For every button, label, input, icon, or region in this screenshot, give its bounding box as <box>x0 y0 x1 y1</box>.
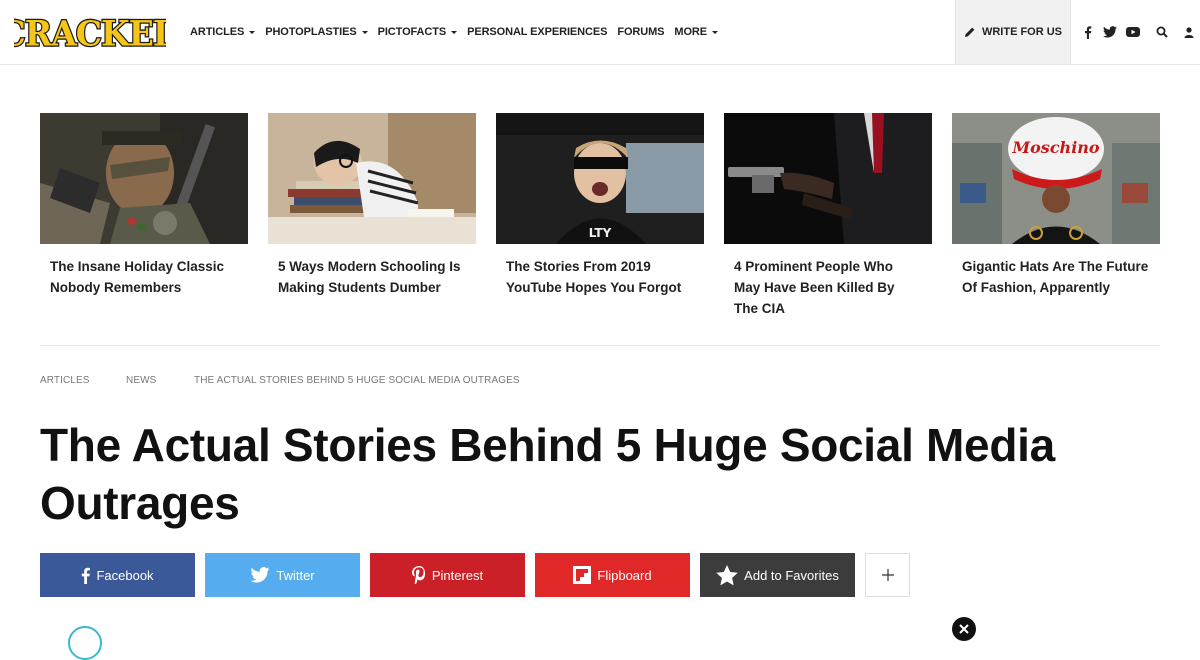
article-card-title[interactable]: The Insane Holiday Classic Nobody Rememb… <box>50 256 238 298</box>
article-card[interactable]: LTY The Stories From 2019 YouTube Hopes … <box>496 113 704 298</box>
nav-photoplasties[interactable]: PHOTOPLASTIES <box>265 26 368 38</box>
flipboard-share-label: Flipboard <box>597 567 652 583</box>
flipboard-icon <box>573 566 592 584</box>
page-title: The Actual Stories Behind 5 Huge Social … <box>40 419 1055 529</box>
more-share-button[interactable] <box>865 553 910 597</box>
breadcrumb-news[interactable]: NEWS <box>126 375 156 386</box>
pinterest-share-button[interactable]: Pinterest <box>370 553 525 597</box>
add-to-favorites-button[interactable]: Add to Favorites <box>700 553 855 597</box>
facebook-share-label: Facebook <box>96 567 154 583</box>
main-nav: ARTICLES PHOTOPLASTIES PICTOFACTS PERSON… <box>190 0 728 64</box>
article-card[interactable]: Moschino Gigantic Hats Are The Future Of… <box>952 113 1160 298</box>
flipboard-share-button[interactable]: Flipboard <box>535 553 690 597</box>
pencil-icon <box>964 27 975 37</box>
article-card-title[interactable]: 5 Ways Modern Schooling Is Making Studen… <box>278 256 466 298</box>
facebook-icon <box>82 567 91 584</box>
article-card[interactable]: 4 Prominent People Who May Have Been Kil… <box>724 113 932 319</box>
article-card[interactable]: 5 Ways Modern Schooling Is Making Studen… <box>268 113 476 298</box>
featured-articles: The Insane Holiday Classic Nobody Rememb… <box>40 113 1160 323</box>
pinterest-icon <box>411 566 425 584</box>
star-icon <box>716 564 738 585</box>
nav-articles[interactable]: ARTICLES <box>190 26 256 38</box>
author-avatar[interactable] <box>68 626 102 660</box>
site-header: CRACKED ARTICLES PHOTOPLASTIES PICTOFACT… <box>0 0 1200 65</box>
twitter-share-label: Twitter <box>276 567 315 583</box>
nav-label: PHOTOPLASTIES <box>265 26 357 38</box>
section-divider <box>40 345 1160 346</box>
nav-label: PICTOFACTS <box>377 26 447 38</box>
nav-personal-experiences[interactable]: PERSONAL EXPERIENCES <box>467 26 607 38</box>
article-card-title[interactable]: 4 Prominent People Who May Have Been Kil… <box>734 256 922 319</box>
breadcrumb-articles[interactable]: ARTICLES <box>40 375 90 386</box>
twitter-share-button[interactable]: Twitter <box>205 553 360 597</box>
pinterest-share-label: Pinterest <box>431 567 484 583</box>
chevron-down-icon <box>451 30 458 34</box>
twitter-icon[interactable] <box>1099 21 1121 43</box>
twitter-icon <box>250 567 270 583</box>
facebook-share-button[interactable]: Facebook <box>40 553 195 597</box>
nav-label: FORUMS <box>617 26 665 38</box>
article-thumbnail[interactable]: LTY <box>496 113 704 244</box>
nav-label: ARTICLES <box>190 26 245 38</box>
article-card-title[interactable]: The Stories From 2019 YouTube Hopes You … <box>506 256 694 298</box>
nav-forums[interactable]: FORUMS <box>617 26 664 38</box>
nav-label: PERSONAL EXPERIENCES <box>467 26 608 38</box>
breadcrumb-current[interactable]: THE ACTUAL STORIES BEHIND 5 HUGE SOCIAL … <box>194 375 520 386</box>
nav-more[interactable]: MORE <box>674 26 719 38</box>
article-thumbnail[interactable] <box>268 113 476 244</box>
youtube-icon[interactable] <box>1122 21 1144 43</box>
cracked-logo[interactable]: CRACKED <box>14 11 166 53</box>
nav-pictofacts[interactable]: PICTOFACTS <box>377 26 458 38</box>
facebook-icon[interactable] <box>1076 21 1098 43</box>
write-for-us-button[interactable]: WRITE FOR US <box>955 0 1071 64</box>
plus-icon <box>881 569 894 581</box>
chevron-down-icon <box>361 30 368 34</box>
close-icon[interactable] <box>952 617 976 641</box>
svg-text:CRACKED: CRACKED <box>14 13 166 53</box>
article-thumbnail[interactable] <box>40 113 248 244</box>
article-thumbnail[interactable] <box>724 113 932 244</box>
svg-text:LTY: LTY <box>589 226 612 240</box>
write-for-us-label: WRITE FOR US <box>981 26 1063 38</box>
search-icon[interactable] <box>1151 21 1173 43</box>
article-card[interactable]: The Insane Holiday Classic Nobody Rememb… <box>40 113 248 298</box>
article-thumbnail[interactable]: Moschino <box>952 113 1160 244</box>
nav-label: MORE <box>674 26 708 38</box>
user-icon[interactable] <box>1178 21 1200 43</box>
chevron-down-icon <box>249 30 256 34</box>
header-icons <box>1076 0 1200 64</box>
article-card-title[interactable]: Gigantic Hats Are The Future Of Fashion,… <box>962 256 1150 298</box>
add-to-favorites-label: Add to Favorites <box>744 567 839 583</box>
svg-text:Moschino: Moschino <box>1011 138 1099 157</box>
chevron-down-icon <box>712 30 719 34</box>
